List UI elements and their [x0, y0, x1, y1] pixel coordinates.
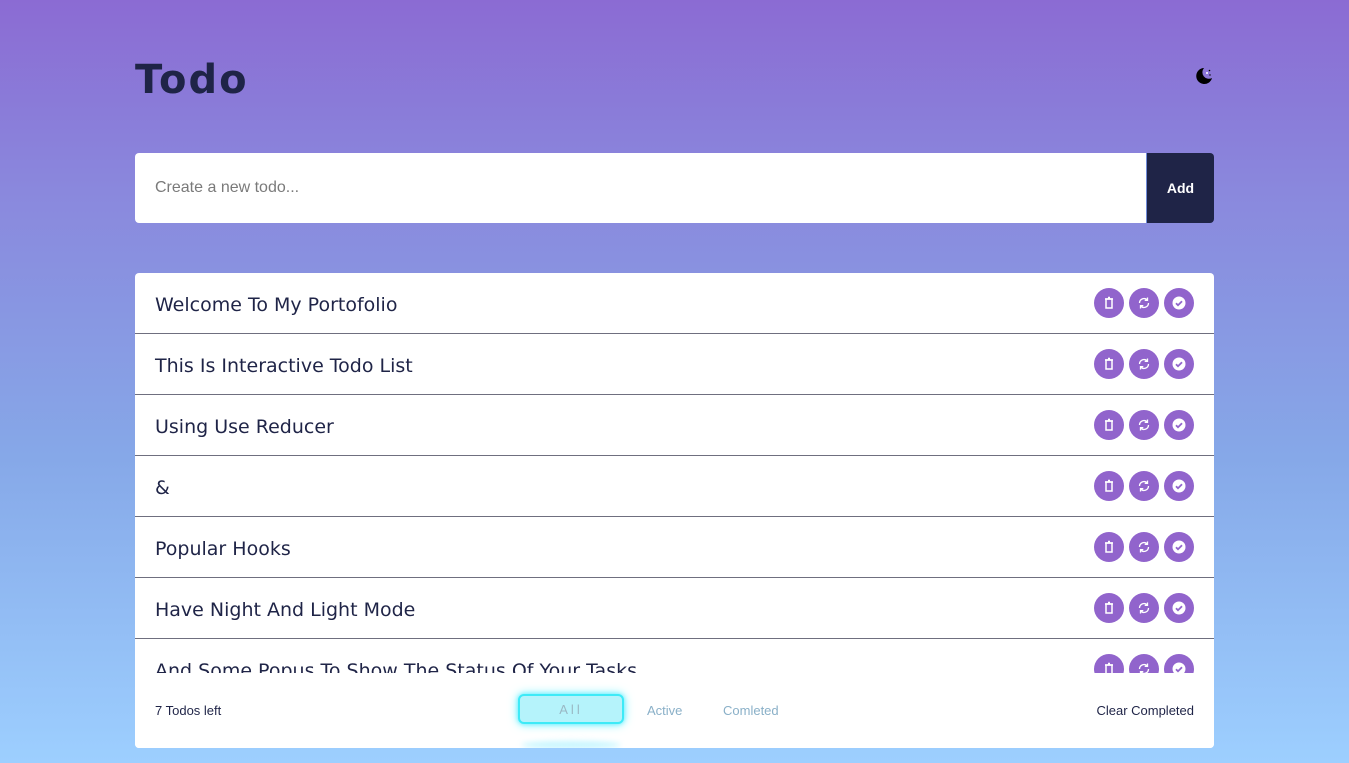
- delete-button[interactable]: [1094, 471, 1124, 501]
- trash-icon: [1105, 479, 1113, 492]
- item-actions: [1094, 471, 1194, 501]
- filter-active-button[interactable]: Active: [647, 703, 682, 718]
- check-circle-icon: [1172, 479, 1186, 493]
- todo-text: Using Use Reducer: [155, 416, 334, 438]
- todo-text: Have Night And Light Mode: [155, 599, 416, 621]
- todo-text: Popular Hooks: [155, 538, 291, 560]
- page-title: Todo: [135, 57, 249, 103]
- toggle-status-button[interactable]: [1129, 471, 1159, 501]
- toggle-status-button[interactable]: [1129, 654, 1159, 673]
- todo-list-card: Welcome To My Portofolio This Is Interac…: [135, 273, 1214, 748]
- filter-all-button[interactable]: All: [518, 694, 624, 724]
- check-circle-icon: [1172, 357, 1186, 371]
- item-actions: [1094, 654, 1194, 673]
- delete-button[interactable]: [1094, 532, 1124, 562]
- clear-completed-button[interactable]: Clear Completed: [1096, 703, 1194, 718]
- new-todo-form: Add: [135, 153, 1214, 223]
- trash-icon: [1105, 662, 1113, 673]
- item-actions: [1094, 288, 1194, 318]
- refresh-icon: [1138, 297, 1150, 309]
- toggle-status-button[interactable]: [1129, 349, 1159, 379]
- todo-text: And Some Popus To Show The Status Of You…: [155, 660, 638, 673]
- list-item[interactable]: Have Night And Light Mode: [135, 578, 1214, 639]
- check-circle-icon: [1172, 296, 1186, 310]
- item-actions: [1094, 532, 1194, 562]
- complete-button[interactable]: [1164, 654, 1194, 673]
- list-item[interactable]: &: [135, 456, 1214, 517]
- todo-text: &: [155, 477, 170, 499]
- todo-list[interactable]: Welcome To My Portofolio This Is Interac…: [135, 273, 1214, 673]
- trash-icon: [1105, 418, 1113, 431]
- item-actions: [1094, 593, 1194, 623]
- list-item[interactable]: Using Use Reducer: [135, 395, 1214, 456]
- header: Todo: [135, 52, 1214, 108]
- check-circle-icon: [1172, 418, 1186, 432]
- list-item[interactable]: This Is Interactive Todo List: [135, 334, 1214, 395]
- todo-text: This Is Interactive Todo List: [155, 355, 413, 377]
- list-item[interactable]: Popular Hooks: [135, 517, 1214, 578]
- todo-text: Welcome To My Portofolio: [155, 294, 398, 316]
- trash-icon: [1105, 296, 1113, 309]
- toggle-status-button[interactable]: [1129, 532, 1159, 562]
- todos-left-count: 7 Todos left: [155, 703, 222, 718]
- check-circle-icon: [1172, 540, 1186, 554]
- delete-button[interactable]: [1094, 654, 1124, 673]
- refresh-icon: [1138, 358, 1150, 370]
- new-todo-input[interactable]: [135, 153, 1146, 223]
- toggle-status-button[interactable]: [1129, 410, 1159, 440]
- list-item[interactable]: And Some Popus To Show The Status Of You…: [135, 639, 1214, 673]
- trash-icon: [1105, 357, 1113, 370]
- check-circle-icon: [1172, 662, 1186, 673]
- item-actions: [1094, 410, 1194, 440]
- refresh-icon: [1138, 480, 1150, 492]
- refresh-icon: [1138, 541, 1150, 553]
- check-circle-icon: [1172, 601, 1186, 615]
- trash-icon: [1105, 540, 1113, 553]
- delete-button[interactable]: [1094, 410, 1124, 440]
- add-button[interactable]: Add: [1146, 153, 1214, 223]
- moon-icon[interactable]: [1194, 66, 1214, 86]
- refresh-icon: [1138, 419, 1150, 431]
- list-footer: 7 Todos left All Active Comleted Clear C…: [135, 673, 1214, 748]
- trash-icon: [1105, 601, 1113, 614]
- toggle-status-button[interactable]: [1129, 288, 1159, 318]
- toggle-status-button[interactable]: [1129, 593, 1159, 623]
- delete-button[interactable]: [1094, 349, 1124, 379]
- complete-button[interactable]: [1164, 349, 1194, 379]
- delete-button[interactable]: [1094, 288, 1124, 318]
- item-actions: [1094, 349, 1194, 379]
- complete-button[interactable]: [1164, 593, 1194, 623]
- refresh-icon: [1138, 602, 1150, 614]
- refresh-icon: [1138, 663, 1150, 673]
- complete-button[interactable]: [1164, 410, 1194, 440]
- delete-button[interactable]: [1094, 593, 1124, 623]
- complete-button[interactable]: [1164, 288, 1194, 318]
- complete-button[interactable]: [1164, 471, 1194, 501]
- filter-glow: [521, 741, 621, 748]
- list-item[interactable]: Welcome To My Portofolio: [135, 273, 1214, 334]
- complete-button[interactable]: [1164, 532, 1194, 562]
- filter-completed-button[interactable]: Comleted: [723, 703, 779, 718]
